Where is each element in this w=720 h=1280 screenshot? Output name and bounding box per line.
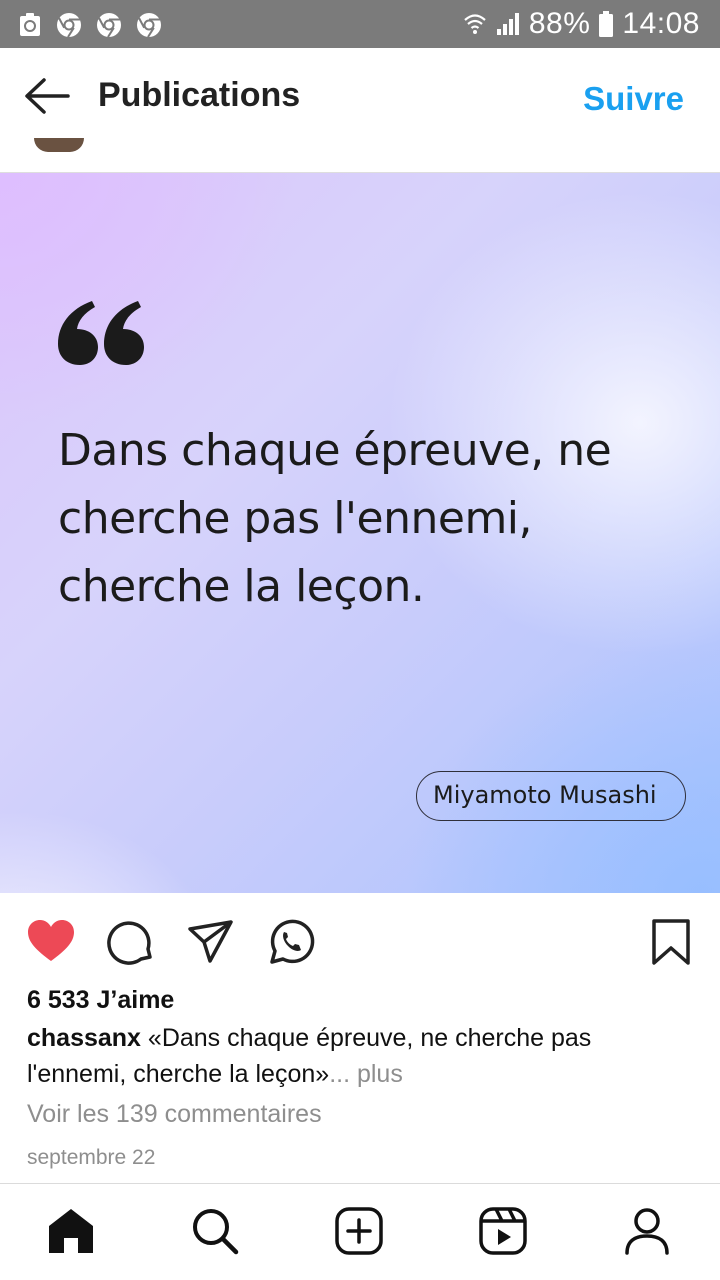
nav-create[interactable] [334, 1206, 384, 1256]
reels-icon [479, 1207, 527, 1255]
chrome-icon [97, 13, 121, 38]
bookmark-icon [652, 919, 690, 965]
like-count[interactable]: 6 533 J’aime [27, 986, 174, 1015]
arrow-left-icon [25, 78, 70, 114]
like-button[interactable] [26, 917, 76, 967]
home-icon [49, 1209, 93, 1253]
signal-icon [496, 13, 519, 35]
quote-mark-icon [58, 301, 144, 365]
share-icon [188, 920, 233, 963]
nav-profile[interactable] [622, 1206, 672, 1256]
post-actions [0, 893, 720, 988]
quote-text: Dans chaque épreuve, ne cherche pas l'en… [58, 425, 612, 612]
heart-icon [28, 920, 74, 961]
android-recycle-icon [20, 13, 40, 36]
clock: 14:08 [622, 7, 700, 40]
bottom-nav [0, 1184, 720, 1280]
nav-home[interactable] [46, 1206, 96, 1256]
caption-username[interactable]: chassanx [27, 1024, 141, 1052]
wifi-icon [464, 14, 486, 34]
status-bar: 88% 14:08 [0, 0, 720, 48]
view-comments-link[interactable]: Voir les 139 commentaires [27, 1100, 322, 1129]
follow-button[interactable]: Suivre [583, 80, 684, 118]
post-date: septembre 22 [27, 1146, 156, 1169]
notification-icons [18, 12, 162, 38]
page-title: Publications [98, 76, 301, 114]
chrome-icon [137, 13, 161, 38]
author-tag: Miyamoto Musashi [416, 771, 686, 821]
share-button[interactable] [186, 917, 236, 967]
post-caption: chassanx «Dans chaque épreuve, ne cherch… [27, 1020, 697, 1092]
post-image[interactable]: Dans chaque épreuve, ne cherche pas l'en… [0, 173, 720, 893]
battery-percent: 88% [528, 7, 591, 40]
profile-icon [625, 1208, 669, 1255]
avatar[interactable] [34, 138, 84, 152]
system-status: 88% 14:08 [463, 6, 700, 42]
battery-icon [599, 11, 614, 37]
whatsapp-icon [270, 919, 315, 964]
nav-reels[interactable] [478, 1206, 528, 1256]
back-button[interactable] [22, 76, 72, 116]
comment-button[interactable] [106, 917, 156, 967]
create-icon [335, 1207, 383, 1255]
whatsapp-share-button[interactable] [266, 917, 316, 967]
more-link[interactable]: ... plus [329, 1060, 403, 1088]
chrome-icon [57, 13, 81, 38]
save-button[interactable] [646, 917, 696, 967]
top-app-bar: Publications Suivre [0, 48, 720, 148]
nav-search[interactable] [190, 1206, 240, 1256]
comment-icon [107, 921, 152, 965]
search-icon [193, 1209, 239, 1255]
